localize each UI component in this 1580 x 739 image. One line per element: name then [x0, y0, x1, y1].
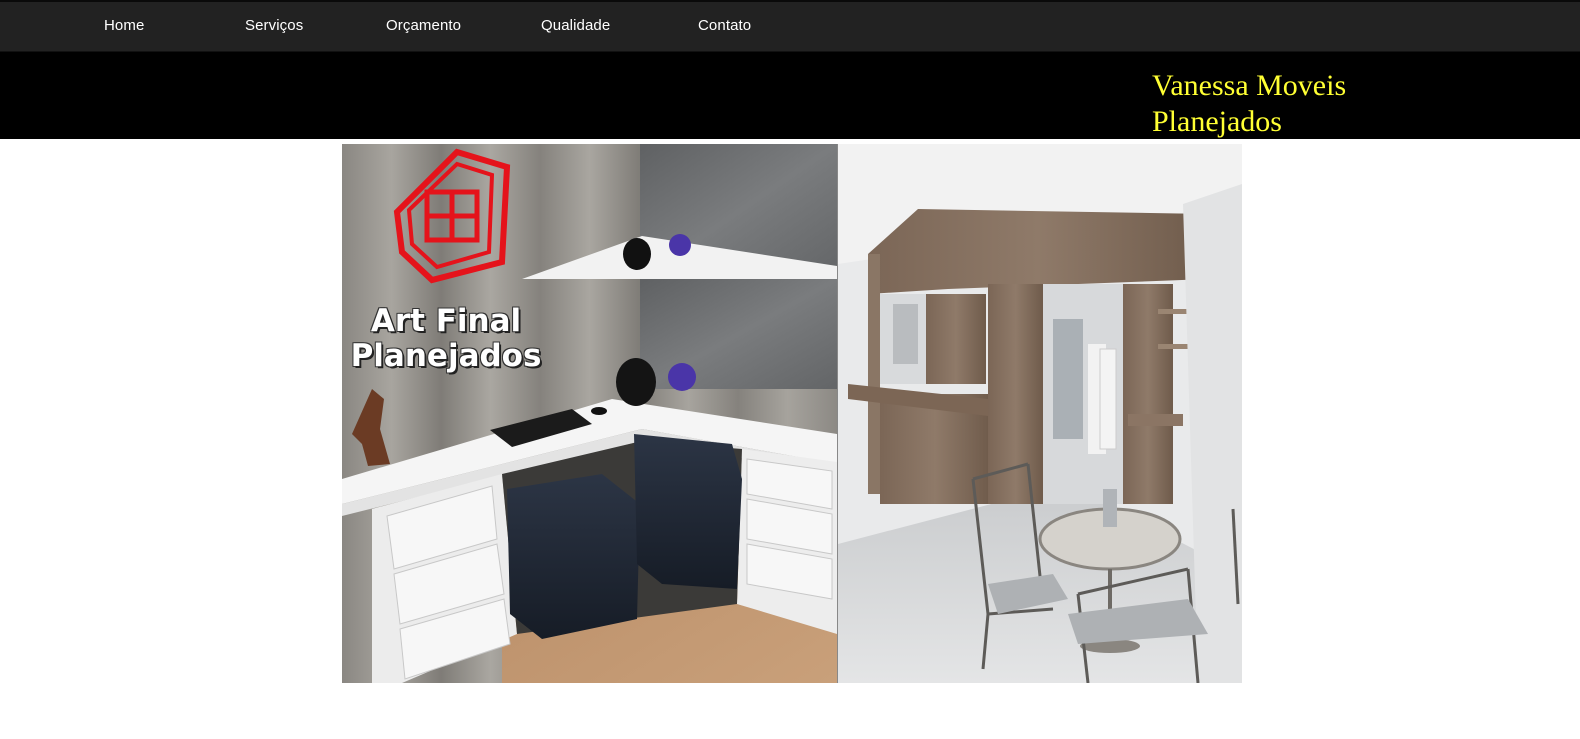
kitchen-photo [838, 144, 1242, 683]
logo-wordmark: Art Final Planejados [346, 304, 546, 374]
nav-orcamento-link[interactable]: Orçamento [386, 17, 461, 34]
nav-contato-link[interactable]: Contato [698, 17, 751, 34]
nav-qualidade-link[interactable]: Qualidade [541, 17, 610, 34]
nav-home-link[interactable]: Home [104, 17, 144, 34]
logo-line-2: Planejados [350, 338, 542, 374]
kitchen-photo-illustration [838, 144, 1242, 683]
desk-photo-illustration [342, 144, 837, 683]
hero-image: Art Final Planejados [342, 144, 1242, 683]
nav-servicos-link[interactable]: Serviços [245, 17, 303, 34]
site-title: Vanessa Moveis Planejados [1152, 69, 1347, 138]
top-navbar: Home Serviços Orçamento Qualidade Contat… [0, 0, 1580, 52]
desk-photo: Art Final Planejados [342, 144, 837, 683]
header-banner: Vanessa Moveis Planejados [0, 52, 1580, 139]
logo-line-1: Art Final [370, 303, 522, 339]
